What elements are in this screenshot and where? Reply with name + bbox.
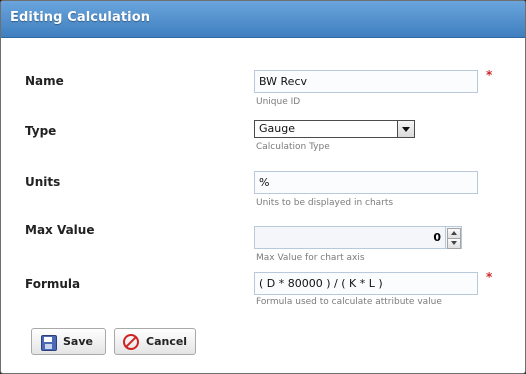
type-label: Type: [25, 124, 57, 138]
floppy-disk-icon: [40, 334, 57, 351]
dialog-titlebar: Editing Calculation: [1, 1, 525, 38]
cancel-button[interactable]: Cancel: [114, 328, 196, 355]
name-required-marker: *: [486, 68, 493, 82]
type-selected-value: Gauge: [259, 122, 295, 135]
cancel-button-label: Cancel: [146, 335, 188, 348]
name-label: Name: [25, 74, 64, 88]
save-button[interactable]: Save: [31, 328, 106, 355]
max-value-hint: Max Value for chart axis: [256, 253, 365, 263]
dialog-title: Editing Calculation: [10, 10, 151, 25]
max-value-label: Max Value: [25, 223, 95, 237]
max-value-input[interactable]: 0: [254, 226, 446, 249]
formula-label: Formula: [25, 277, 81, 291]
name-hint: Unique ID: [256, 97, 301, 107]
units-input[interactable]: %: [254, 171, 478, 194]
chevron-down-icon[interactable]: [397, 121, 414, 137]
type-select[interactable]: Gauge: [254, 120, 415, 138]
max-value-spinner[interactable]: [446, 226, 462, 249]
name-input[interactable]: BW Recv: [254, 70, 478, 93]
units-label: Units: [25, 175, 61, 189]
formula-required-marker: *: [486, 270, 493, 284]
units-hint: Units to be displayed in charts: [256, 198, 394, 208]
formula-hint: Formula used to calculate attribute valu…: [256, 297, 442, 307]
save-button-label: Save: [63, 335, 93, 348]
arrow-down-icon[interactable]: [447, 238, 461, 249]
cancel-icon: [123, 333, 139, 350]
type-hint: Calculation Type: [256, 142, 330, 152]
editing-calculation-dialog: Editing Calculation Name BW Recv Unique …: [0, 0, 526, 374]
formula-input[interactable]: ( D * 80000 ) / ( K * L ): [254, 272, 478, 295]
